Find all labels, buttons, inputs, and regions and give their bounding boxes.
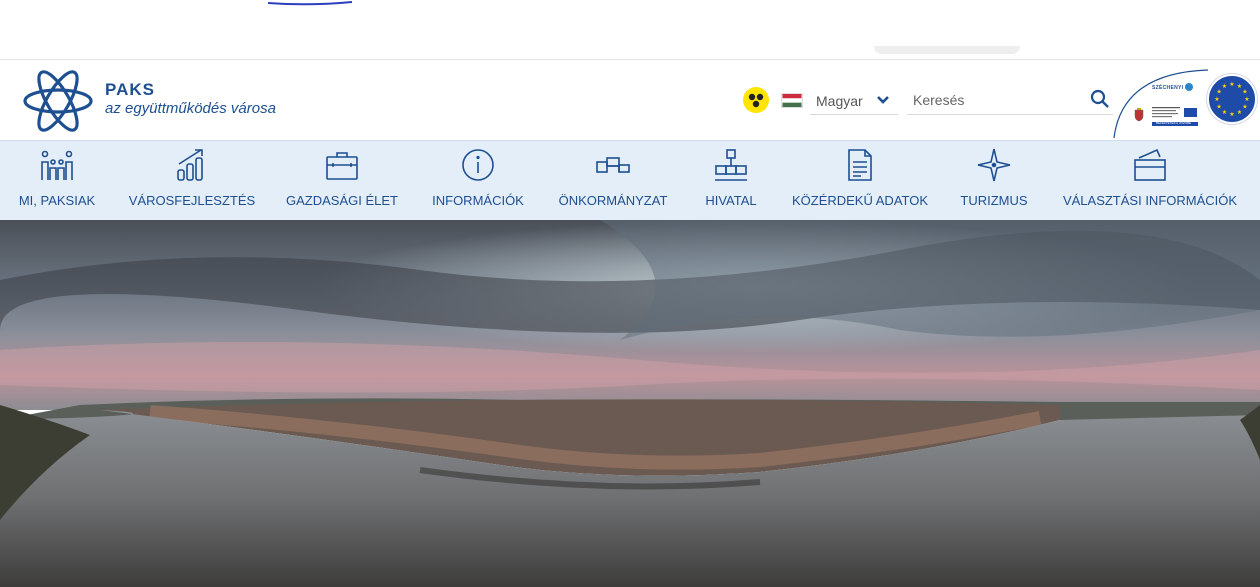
search-icon[interactable] [1089, 88, 1111, 110]
info-icon [462, 149, 494, 181]
eu-star: ★ [1242, 89, 1247, 96]
eu-star: ★ [1237, 109, 1242, 116]
nav-item-informaciok[interactable]: INFORMÁCIÓK [428, 141, 528, 221]
chevron-down-icon [877, 96, 889, 104]
chart-growth-icon [177, 149, 203, 181]
nav-item-kozerdeku-adatok[interactable]: KÖZÉRDEKŰ ADATOK [790, 141, 930, 221]
podium-icon [596, 157, 630, 173]
panorama-illustration [0, 220, 1260, 587]
nav-label: VÁLASZTÁSI INFORMÁCIÓK [1062, 193, 1238, 208]
nav-item-varosfejlesztes[interactable]: VÁROSFEJLESZTÉS [128, 141, 256, 221]
nav-item-gazdasagi-elet[interactable]: GAZDASÁGI ÉLET [282, 141, 402, 221]
nav-label: HIVATAL [705, 193, 757, 208]
coat-of-arms-icon [1134, 108, 1144, 122]
eu-star: ★ [1216, 104, 1221, 111]
investment-text: BEFEKTETÉS A JÖVŐBE [1156, 121, 1192, 125]
eu-star: ★ [1242, 104, 1247, 111]
search-input[interactable] [907, 86, 1085, 114]
site-name[interactable]: PAKS [105, 80, 155, 100]
eu-star: ★ [1222, 83, 1227, 90]
eu-star: ★ [1229, 81, 1234, 88]
main-navigation: MI, PAKSIAK VÁROSFEJLESZTÉS GAZDASÁGI ÉL… [0, 140, 1260, 220]
szechenyi-dot [1185, 83, 1193, 91]
eu-flag-icon [1184, 108, 1197, 117]
nav-item-mi-paksiak[interactable]: MI, PAKSIAK [12, 141, 102, 221]
nav-item-valasztasi-informaciok[interactable]: VÁLASZTÁSI INFORMÁCIÓK [1060, 141, 1240, 221]
nav-item-hivatal[interactable]: HIVATAL [696, 141, 766, 221]
eu-star: ★ [1229, 111, 1234, 118]
org-chart-icon [715, 149, 747, 181]
site-header: PAKS az együttműködés városa Magyar SZÉC… [0, 60, 1260, 140]
eu-star: ★ [1214, 96, 1219, 103]
nav-label: TURIZMUS [960, 193, 1028, 208]
search-bar [907, 86, 1113, 115]
eu-star: ★ [1222, 109, 1227, 116]
szechenyi-label: SZÉCHENYI [1152, 85, 1184, 91]
top-strip [0, 0, 1260, 60]
top-tab-edge [874, 46, 1020, 54]
scribble-mark [267, 1, 353, 6]
investment-bar: BEFEKTETÉS A JÖVŐBE [1152, 121, 1198, 126]
nav-label: VÁROSFEJLESZTÉS [128, 193, 256, 208]
language-select[interactable]: Magyar [810, 86, 898, 115]
site-tagline: az együttműködés városa [105, 100, 276, 117]
atom-logo-icon[interactable] [22, 68, 94, 134]
eu-stars-icon[interactable]: ★ ★ ★ ★ ★ ★ ★ ★ ★ ★ ★ ★ [1207, 74, 1257, 124]
nav-label: GAZDASÁGI ÉLET [286, 193, 398, 208]
nav-label: MI, PAKSIAK [18, 193, 96, 208]
briefcase-icon [326, 152, 358, 180]
eu-star: ★ [1244, 96, 1249, 103]
nav-label: ÖNKORMÁNYZAT [558, 193, 668, 208]
document-icon [848, 149, 872, 181]
nav-item-onkormanyzat[interactable]: ÖNKORMÁNYZAT [554, 141, 672, 221]
accessibility-icon[interactable] [743, 87, 769, 113]
nav-label: INFORMÁCIÓK [432, 193, 524, 208]
language-value: Magyar [816, 93, 863, 109]
compass-star-icon [977, 148, 1011, 182]
badge-curve [1113, 69, 1209, 138]
hero-panorama-image [0, 220, 1260, 587]
szechenyi-plan-badge[interactable]: SZÉCHENYI BEFEKTETÉS A JÖVŐBE [1112, 68, 1210, 138]
ballot-box-icon [1134, 148, 1166, 181]
nav-label: KÖZÉRDEKŰ ADATOK [791, 193, 929, 208]
gov-text-block [1152, 106, 1184, 121]
nav-item-turizmus[interactable]: TURIZMUS [954, 141, 1034, 221]
people-icon [41, 150, 73, 180]
hungarian-flag-icon [781, 93, 803, 108]
